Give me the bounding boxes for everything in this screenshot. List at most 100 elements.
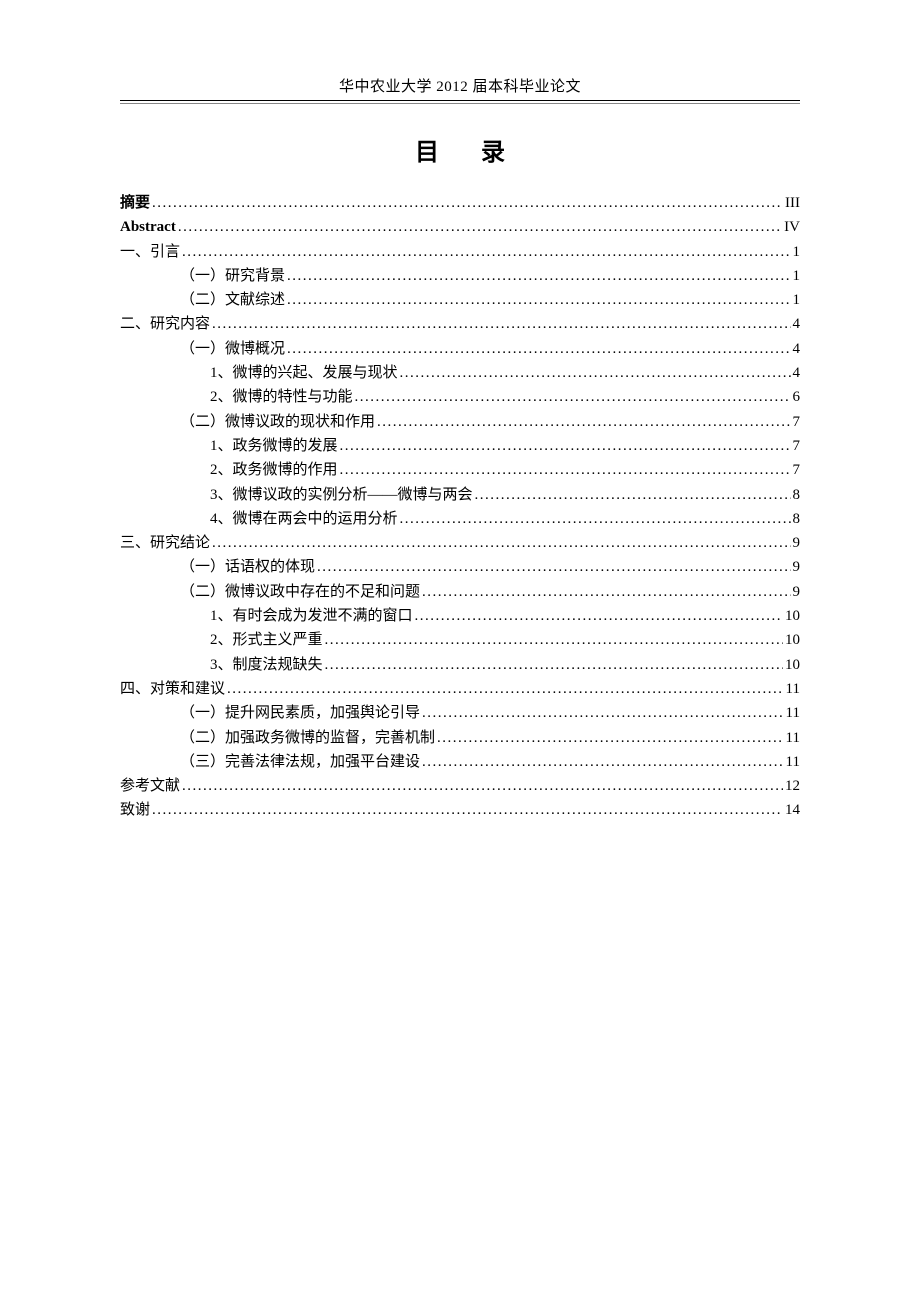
toc-entry: （一）研究背景 1 <box>120 264 800 288</box>
toc-leader-dots <box>317 555 790 579</box>
toc-entry-page: 4 <box>793 337 801 361</box>
toc-entry-page: 11 <box>786 677 800 701</box>
toc-entry: （一）提升网民素质，加强舆论引导11 <box>120 701 800 725</box>
toc-leader-dots <box>400 507 791 531</box>
toc-entry-label: 3、制度法规缺失 <box>210 653 323 677</box>
toc-entry-page: 9 <box>793 531 801 555</box>
toc-entry-label: （二）文献综述 <box>180 288 285 312</box>
toc-entry-page: III <box>785 191 800 215</box>
toc-leader-dots <box>325 628 783 652</box>
toc-entry-page: 10 <box>785 653 800 677</box>
toc-entry-page: 1 <box>793 264 801 288</box>
toc-entry: 一、引言 1 <box>120 240 800 264</box>
toc-leader-dots <box>377 410 790 434</box>
toc-entry-label: 四、对策和建议 <box>120 677 225 701</box>
toc-entry: 1、有时会成为发泄不满的窗口10 <box>120 604 800 628</box>
toc-entry-label: 1、政务微博的发展 <box>210 434 338 458</box>
toc-entry-page: 9 <box>793 555 801 579</box>
toc-entry-page: 6 <box>793 385 801 409</box>
page-header: 华中农业大学 2012 届本科毕业论文 <box>120 75 800 100</box>
toc-entry-page: 14 <box>785 798 800 822</box>
toc-leader-dots <box>152 191 783 215</box>
toc-entry-label: （二）加强政务微博的监督，完善机制 <box>180 726 435 750</box>
toc-entry: 四、对策和建议 11 <box>120 677 800 701</box>
toc-entry: 致谢 14 <box>120 798 800 822</box>
toc-entry-page: 10 <box>785 628 800 652</box>
toc-leader-dots <box>182 240 790 264</box>
toc-entry-label: （二）微博议政的现状和作用 <box>180 410 375 434</box>
toc-entry-page: 9 <box>793 580 801 604</box>
toc-entry-label: 参考文献 <box>120 774 180 798</box>
toc-entry: 1、微博的兴起、发展与现状 4 <box>120 361 800 385</box>
toc-leader-dots <box>152 798 783 822</box>
toc-leader-dots <box>422 701 784 725</box>
toc-entry-label: （二）微博议政中存在的不足和问题 <box>180 580 420 604</box>
toc-entry-label: 1、有时会成为发泄不满的窗口 <box>210 604 413 628</box>
toc-leader-dots <box>422 750 784 774</box>
toc-leader-dots <box>340 434 791 458</box>
toc-entry-page: 4 <box>793 312 801 336</box>
toc-entry-page: 1 <box>793 240 801 264</box>
toc-entry-label: （一）研究背景 <box>180 264 285 288</box>
toc-entry-page: 4 <box>793 361 801 385</box>
toc-entry-page: 8 <box>793 483 801 507</box>
toc-entry-page: 7 <box>793 458 801 482</box>
toc-entry: （二）微博议政中存在的不足和问题 9 <box>120 580 800 604</box>
toc-entry-label: 4、微博在两会中的运用分析 <box>210 507 398 531</box>
toc-entry: 2、微博的特性与功能 6 <box>120 385 800 409</box>
toc-entry-page: 8 <box>793 507 801 531</box>
toc-entry-label: （一）话语权的体现 <box>180 555 315 579</box>
toc-entry-page: 12 <box>785 774 800 798</box>
toc-leader-dots <box>437 726 784 750</box>
toc-entry-label: （一）提升网民素质，加强舆论引导 <box>180 701 420 725</box>
toc-entry-page: 1 <box>793 288 801 312</box>
toc-leader-dots <box>178 215 782 239</box>
toc-entry-label: （三）完善法律法规，加强平台建设 <box>180 750 420 774</box>
toc-entry-page: 11 <box>786 726 800 750</box>
toc-entry: AbstractIV <box>120 215 800 239</box>
toc-leader-dots <box>212 531 790 555</box>
toc-entry-label: 2、政务微博的作用 <box>210 458 338 482</box>
toc-entry-page: 7 <box>793 410 801 434</box>
toc-leader-dots <box>355 385 791 409</box>
header-rule-thick <box>120 100 800 101</box>
toc-entry-page: IV <box>784 215 800 239</box>
table-of-contents: 摘要IIIAbstractIV一、引言1（一）研究背景1（二）文献综述1二、研究… <box>120 191 800 823</box>
toc-entry: （三）完善法律法规，加强平台建设 11 <box>120 750 800 774</box>
header-rule-thin <box>120 103 800 104</box>
toc-leader-dots <box>415 604 783 628</box>
toc-entry: 参考文献 12 <box>120 774 800 798</box>
toc-entry-label: 一、引言 <box>120 240 180 264</box>
toc-entry-label: （一）微博概况 <box>180 337 285 361</box>
toc-entry: 三、研究结论 9 <box>120 531 800 555</box>
toc-entry: （二）微博议政的现状和作用 7 <box>120 410 800 434</box>
toc-entry-label: 三、研究结论 <box>120 531 210 555</box>
toc-leader-dots <box>212 312 790 336</box>
toc-entry-label: 摘要 <box>120 191 150 215</box>
toc-entry: （一）微博概况 4 <box>120 337 800 361</box>
toc-leader-dots <box>287 337 790 361</box>
toc-entry: 4、微博在两会中的运用分析 8 <box>120 507 800 531</box>
toc-leader-dots <box>182 774 783 798</box>
toc-entry-label: 2、微博的特性与功能 <box>210 385 353 409</box>
toc-entry: 摘要 III <box>120 191 800 215</box>
toc-entry-label: 致谢 <box>120 798 150 822</box>
toc-entry-page: 7 <box>793 434 801 458</box>
toc-leader-dots <box>475 483 791 507</box>
toc-entry: 1、政务微博的发展 7 <box>120 434 800 458</box>
toc-entry-label: 1、微博的兴起、发展与现状 <box>210 361 398 385</box>
toc-entry: （一）话语权的体现 9 <box>120 555 800 579</box>
toc-entry: 二、研究内容4 <box>120 312 800 336</box>
toc-entry: 3、制度法规缺失 10 <box>120 653 800 677</box>
toc-entry: 2、形式主义严重 10 <box>120 628 800 652</box>
toc-leader-dots <box>287 288 790 312</box>
toc-leader-dots <box>422 580 790 604</box>
toc-leader-dots <box>400 361 791 385</box>
toc-entry: （二）文献综述 1 <box>120 288 800 312</box>
toc-entry: 3、微博议政的实例分析——微博与两会8 <box>120 483 800 507</box>
toc-title: 目 录 <box>120 132 800 167</box>
toc-entry: 2、政务微博的作用 7 <box>120 458 800 482</box>
toc-leader-dots <box>287 264 790 288</box>
toc-entry-page: 11 <box>786 750 800 774</box>
toc-entry-label: 2、形式主义严重 <box>210 628 323 652</box>
